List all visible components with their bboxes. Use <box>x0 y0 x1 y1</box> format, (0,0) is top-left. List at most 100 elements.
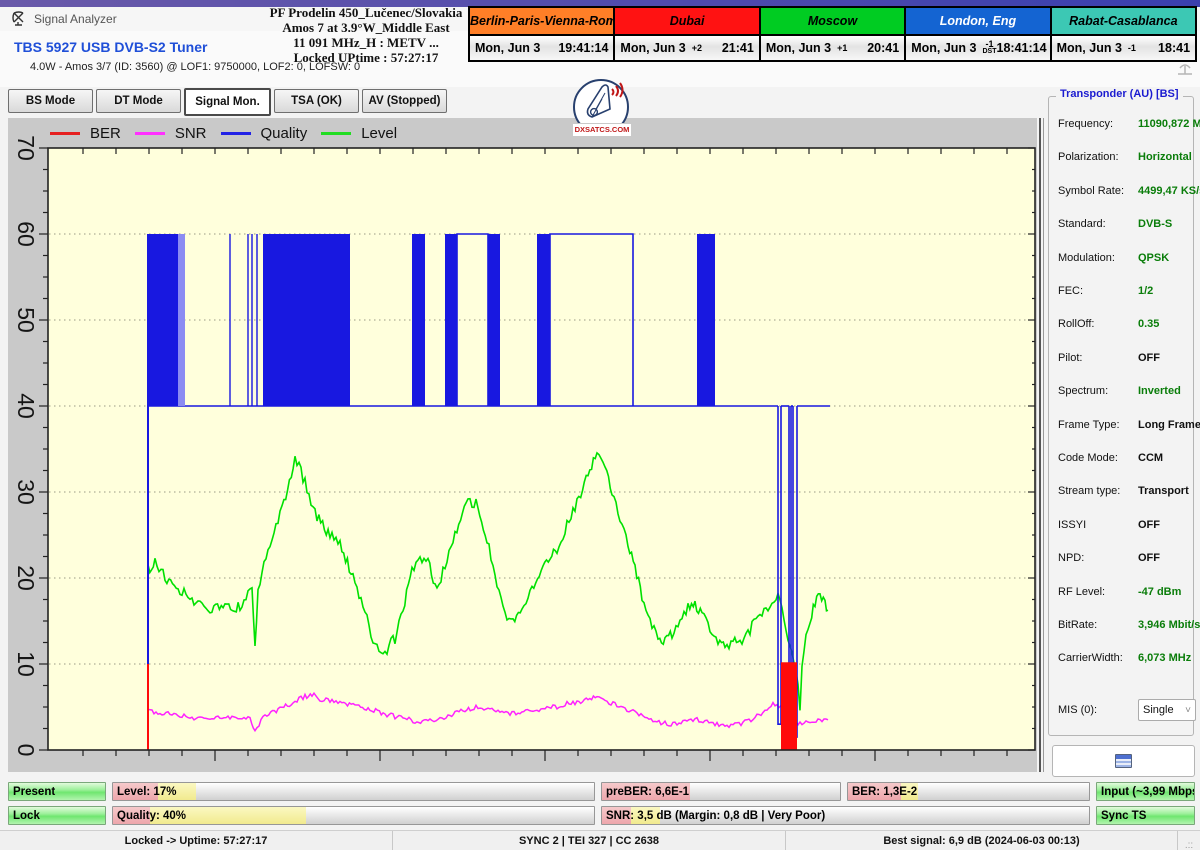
field-value: OFF <box>1138 519 1160 531</box>
quality-light-block <box>178 234 185 406</box>
field-label: Stream type: <box>1058 485 1120 497</box>
clock-utc-offset: +1 <box>837 44 847 52</box>
y-axis-label: 20 <box>13 565 39 591</box>
field-label: Spectrum: <box>1058 385 1108 397</box>
site-info-line: PF Prodelin 450_Lučenec/Slovakia <box>262 5 470 20</box>
field-label: BitRate: <box>1058 619 1097 631</box>
field-value: 1/2 <box>1138 285 1153 297</box>
bar-ber-1-3e-2: BER: 1,3E-2 <box>847 782 1090 801</box>
clock-time-row: Mon, Jun 3-1DST18:41:14 <box>906 36 1049 60</box>
stream-log-button[interactable] <box>1052 745 1195 777</box>
field-value: OFF <box>1138 552 1160 564</box>
clock-time: 21:41 <box>722 41 754 55</box>
field-pilot: Pilot:OFF <box>1058 352 1188 366</box>
quality-burst-block <box>445 234 457 406</box>
clock-city-label: London, Eng <box>906 8 1049 36</box>
bar-label: Sync TS <box>1101 810 1146 822</box>
bar-label: Lock <box>13 810 40 822</box>
bar-quality-40: Quality: 40% <box>112 806 595 825</box>
clock-time-row: Mon, Jun 319:41:14 <box>470 36 613 60</box>
field-value: 6,073 MHz <box>1138 652 1191 664</box>
field-value: QPSK <box>1138 252 1169 264</box>
resize-grip[interactable]: .:: <box>1178 831 1200 850</box>
field-label: Modulation: <box>1058 252 1115 264</box>
clock-dubai: DubaiMon, Jun 3+221:41 <box>613 8 758 60</box>
quality-burst-block <box>537 234 550 406</box>
transponder-title: Transponder (AU) [BS] <box>1056 88 1183 100</box>
y-axis-label: 10 <box>13 651 39 677</box>
clock-london-eng: London, EngMon, Jun 3-1DST18:41:14 <box>904 8 1049 60</box>
clock-time-row: Mon, Jun 3+221:41 <box>615 36 758 60</box>
clock-time: 20:41 <box>867 41 899 55</box>
field-stream-type: Stream type: Transport <box>1058 485 1188 499</box>
field-label: Code Mode: <box>1058 452 1118 464</box>
clock-rabat-casablanca: Rabat-CasablancaMon, Jun 3-118:41 <box>1050 8 1195 60</box>
vertical-splitter[interactable] <box>1039 118 1044 772</box>
y-axis-label: 0 <box>13 744 39 757</box>
bar-label: SNR: 3,5 dB (Margin: 0,8 dB | Very Poor) <box>606 810 825 822</box>
field-value: 0.35 <box>1138 318 1159 330</box>
tab-dt-mode[interactable]: DT Mode <box>96 89 181 113</box>
field-value: Transport <box>1138 485 1189 497</box>
y-axis-label: 60 <box>13 221 39 247</box>
transponder-panel: Transponder (AU) [BS] Frequency:11090,87… <box>1048 88 1196 738</box>
field-value: 11090,872 MHz <box>1138 118 1200 130</box>
world-clocks: Berlin-Paris-Vienna-RomaMon, Jun 319:41:… <box>468 6 1197 62</box>
site-info-line: Amos 7 at 3.9°W_Middle East <box>262 20 470 35</box>
field-label: MIS (0): <box>1058 704 1097 716</box>
field-label: RollOff: <box>1058 318 1094 330</box>
field-value: 4499,47 KS/s <box>1138 185 1200 197</box>
bar-label: Level: 17% <box>117 786 176 798</box>
clock-city-label: Berlin-Paris-Vienna-Roma <box>470 8 613 36</box>
bar-sync-ts: Sync TS <box>1096 806 1195 825</box>
clock-moscow: Moscow Mon, Jun 3 +1 20:41 <box>759 8 904 60</box>
field-code-mode: Code Mode: CCM <box>1058 452 1188 466</box>
clock-utc-offset: +2 <box>692 44 702 52</box>
quality-burst-block <box>148 234 178 406</box>
bar-label: Quality: 40% <box>117 810 186 822</box>
field-symbol-rate: Symbol Rate:4499,47 KS/s <box>1058 185 1188 199</box>
clock-utc-offset: -1 <box>1128 44 1136 52</box>
mis-dropdown[interactable]: Single˅ <box>1138 699 1196 721</box>
field-modulation: Modulation: QPSK <box>1058 252 1188 266</box>
field-label: Polarization: <box>1058 151 1119 163</box>
app-title: Signal Analyzer <box>34 12 117 26</box>
plot-area: 010203040506070 <box>8 118 1037 772</box>
statusbar-sync: SYNC 2 | TEI 327 | CC 2638 <box>393 831 786 850</box>
clock-time-row: Mon, Jun 3-118:41 <box>1052 36 1195 60</box>
signal-monitor-chart: BERSNRQualityLevel 010203040506070 <box>8 118 1037 772</box>
tab-signal-mon[interactable]: Signal Mon. <box>184 88 271 116</box>
clock-berlin-paris-vienna-roma: Berlin-Paris-Vienna-RomaMon, Jun 319:41:… <box>470 8 613 60</box>
field-value: -47 dBm <box>1138 586 1181 598</box>
mis-value: Single <box>1143 704 1174 716</box>
field-label: Pilot: <box>1058 352 1082 364</box>
logo-text: DXSATCS.COM <box>572 123 632 137</box>
field-value: DVB-S <box>1138 218 1172 230</box>
clock-date: Mon, Jun 3 <box>766 41 831 55</box>
field-carrierwidth: CarrierWidth: 6,073 MHz <box>1058 652 1188 666</box>
status-meter-bars: Present Level: 17% preBER: 6,6E-1 BER: 1,3E… <box>0 782 1200 826</box>
ber-error-block <box>781 662 797 750</box>
field-label: NPD: <box>1058 552 1084 564</box>
clock-city-label: Moscow <box>761 8 904 36</box>
field-frame-type: Frame Type:Long Frame <box>1058 419 1188 433</box>
quality-burst-block <box>488 234 500 406</box>
satellite-dish-icon <box>12 11 28 27</box>
field-rolloff: RollOff: 0.35 <box>1058 318 1188 332</box>
clock-date: Mon, Jun 3 <box>1057 41 1122 55</box>
site-info-line: Locked UPtime : 57:27:17 <box>262 50 470 65</box>
field-value: CCM <box>1138 452 1163 464</box>
clock-time: 19:41:14 <box>558 41 608 55</box>
field-value: 3,946 Mbit/s <box>1138 619 1200 631</box>
field-npd: NPD: OFF <box>1058 552 1188 566</box>
tab-tsa-ok[interactable]: TSA (OK) <box>274 89 359 113</box>
bar-preber-6-6e-1: preBER: 6,6E-1 <box>601 782 841 801</box>
tab-av-stopped[interactable]: AV (Stopped) <box>362 89 447 113</box>
field-label: Frequency: <box>1058 118 1113 130</box>
clock-utc-offset: -1DST <box>983 40 997 56</box>
clock-time: 18:41:14 <box>997 41 1047 55</box>
field-label: CarrierWidth: <box>1058 652 1123 664</box>
field-spectrum: Spectrum:Inverted <box>1058 385 1188 399</box>
bar-present: Present <box>8 782 106 801</box>
tab-bs-mode[interactable]: BS Mode <box>8 89 93 113</box>
